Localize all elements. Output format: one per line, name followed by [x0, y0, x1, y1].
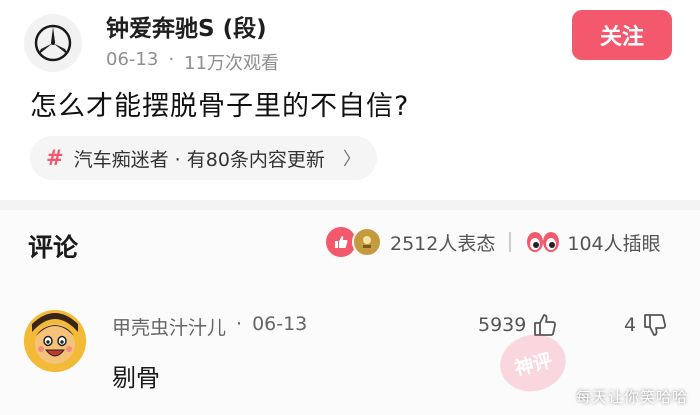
- hash-icon: #: [46, 146, 64, 170]
- comment-like-button[interactable]: 5939: [478, 312, 558, 338]
- eyes-count: 104人插眼: [567, 232, 661, 255]
- topic-text: 汽车痴迷者 · 有80条内容更新: [73, 148, 325, 171]
- commenter-avatar[interactable]: [24, 310, 86, 372]
- watermark: 每天让你笑哈哈: [576, 388, 689, 406]
- section-divider: [0, 200, 700, 210]
- meta-dot: ·: [168, 49, 175, 70]
- post-meta: 06-13 · 11万次观看: [106, 49, 279, 75]
- comment-date: 06-13: [252, 313, 308, 335]
- meta-dot: ·: [236, 313, 243, 335]
- mercedes-logo-icon: [34, 24, 72, 62]
- post-question: 怎么才能摆脱骨子里的不自信?: [30, 91, 410, 122]
- topic-chip[interactable]: # 汽车痴迷者 · 有80条内容更新 〉: [30, 136, 377, 180]
- post-date: 06-13: [106, 49, 159, 70]
- comment-text: 剔骨: [112, 364, 160, 392]
- reactions-summary[interactable]: 2512人表态 104人插眼: [326, 227, 661, 257]
- follow-button[interactable]: 关注: [572, 10, 672, 60]
- chevron-right-icon: 〉: [342, 149, 361, 170]
- commenter-name[interactable]: 甲壳虫汁汁儿: [112, 313, 226, 340]
- thumbs-down-icon: [644, 314, 667, 336]
- post-views: 11万次观看: [184, 53, 279, 74]
- dislike-count: 4: [624, 314, 637, 336]
- post-header: 钟爱奔驰S (段) 06-13 · 11万次观看 关注 怎么才能摆脱骨子里的不自…: [0, 0, 700, 200]
- reactions-count: 2512人表态: [390, 232, 496, 255]
- trophy-reaction-icon: [352, 227, 382, 257]
- comments-header: 评论 2512人表态 104人插眼: [0, 210, 700, 280]
- author-name[interactable]: 钟爱奔驰S (段): [106, 9, 267, 43]
- reactions-separator: [509, 232, 512, 252]
- author-avatar[interactable]: [24, 14, 82, 72]
- comment-dislike-button[interactable]: 4: [624, 312, 668, 338]
- comment-meta: 甲壳虫汁汁儿 · 06-13: [112, 313, 307, 340]
- like-count: 5939: [478, 314, 527, 336]
- comments-title: 评论: [28, 233, 79, 262]
- eyes-icon: [525, 227, 561, 257]
